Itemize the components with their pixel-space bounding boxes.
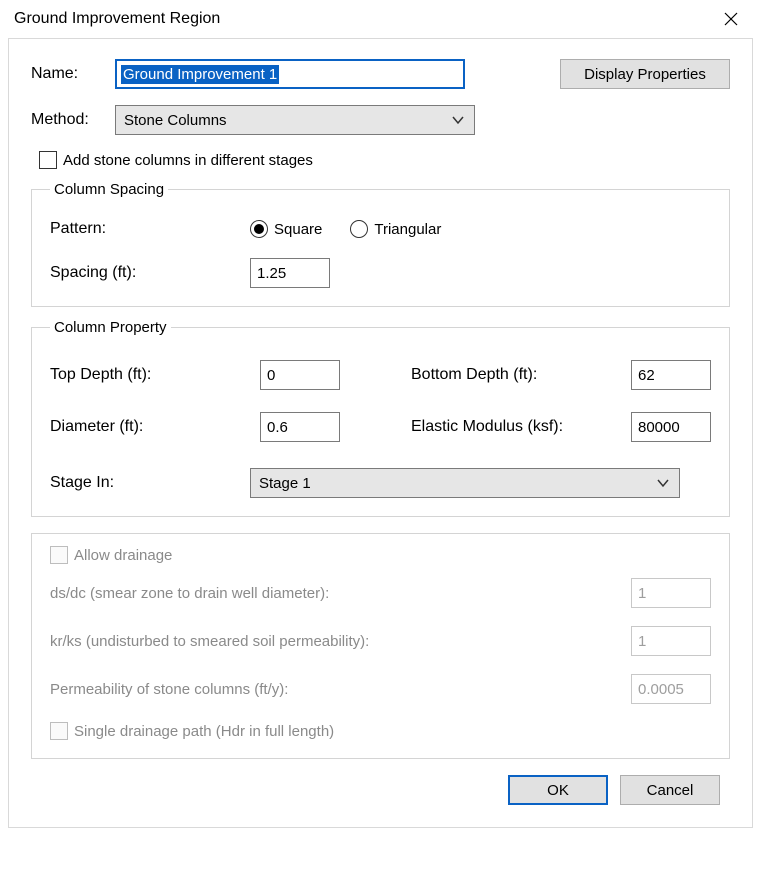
column-property-group: Column Property Top Depth (ft): Bottom D… — [31, 319, 730, 517]
chevron-down-icon — [452, 115, 464, 125]
single-drainage-checkbox[interactable] — [50, 722, 68, 740]
pattern-triangular-radio[interactable]: Triangular — [350, 220, 441, 238]
dialog-footer: OK Cancel — [31, 759, 730, 809]
krks-input — [631, 626, 711, 656]
perm-label: Permeability of stone columns (ft/y): — [50, 681, 631, 698]
close-icon — [724, 12, 738, 26]
add-stages-checkbox[interactable] — [39, 151, 57, 169]
pattern-square-label: Square — [274, 221, 322, 238]
display-properties-button[interactable]: Display Properties — [560, 59, 730, 89]
name-input-value: Ground Improvement 1 — [121, 65, 279, 84]
add-stages-label: Add stone columns in different stages — [63, 152, 313, 169]
pattern-label: Pattern: — [50, 220, 250, 238]
krks-label: kr/ks (undisturbed to smeared soil perme… — [50, 633, 631, 650]
chevron-down-icon — [657, 478, 669, 488]
dialog-title: Ground Improvement Region — [14, 10, 220, 28]
top-depth-label: Top Depth (ft): — [50, 366, 260, 384]
close-button[interactable] — [715, 6, 747, 32]
pattern-triangular-label: Triangular — [374, 221, 441, 238]
diameter-label: Diameter (ft): — [50, 418, 260, 436]
dsdc-input — [631, 578, 711, 608]
diameter-input[interactable] — [260, 412, 340, 442]
cancel-button[interactable]: Cancel — [620, 775, 720, 805]
ok-button[interactable]: OK — [508, 775, 608, 805]
top-depth-input[interactable] — [260, 360, 340, 390]
spacing-label: Spacing (ft): — [50, 264, 250, 282]
column-spacing-group: Column Spacing Pattern: Square Triangula… — [31, 181, 730, 307]
name-input[interactable]: Ground Improvement 1 — [115, 59, 465, 89]
titlebar: Ground Improvement Region — [0, 0, 761, 38]
radio-icon — [250, 220, 268, 238]
method-select-value: Stone Columns — [124, 112, 227, 129]
modulus-input[interactable] — [631, 412, 711, 442]
method-select[interactable]: Stone Columns — [115, 105, 475, 135]
dsdc-label: ds/dc (smear zone to drain well diameter… — [50, 585, 631, 602]
allow-drainage-checkbox[interactable] — [50, 546, 68, 564]
stage-in-select[interactable]: Stage 1 — [250, 468, 680, 498]
dialog-body: Name: Ground Improvement 1 Display Prope… — [8, 38, 753, 828]
column-spacing-legend: Column Spacing — [50, 181, 168, 198]
spacing-input[interactable] — [250, 258, 330, 288]
bottom-depth-input[interactable] — [631, 360, 711, 390]
radio-icon — [350, 220, 368, 238]
stage-in-value: Stage 1 — [259, 475, 311, 492]
stage-in-label: Stage In: — [50, 474, 250, 492]
method-label: Method: — [31, 111, 115, 129]
allow-drainage-label: Allow drainage — [74, 547, 172, 564]
single-drainage-label: Single drainage path (Hdr in full length… — [74, 723, 334, 740]
modulus-label: Elastic Modulus (ksf): — [411, 418, 631, 436]
drainage-group: Allow drainage ds/dc (smear zone to drai… — [31, 533, 730, 759]
column-property-legend: Column Property — [50, 319, 171, 336]
pattern-square-radio[interactable]: Square — [250, 220, 322, 238]
dialog-ground-improvement: Ground Improvement Region Name: Ground I… — [0, 0, 761, 890]
name-label: Name: — [31, 65, 115, 83]
bottom-depth-label: Bottom Depth (ft): — [411, 366, 631, 384]
perm-input — [631, 674, 711, 704]
